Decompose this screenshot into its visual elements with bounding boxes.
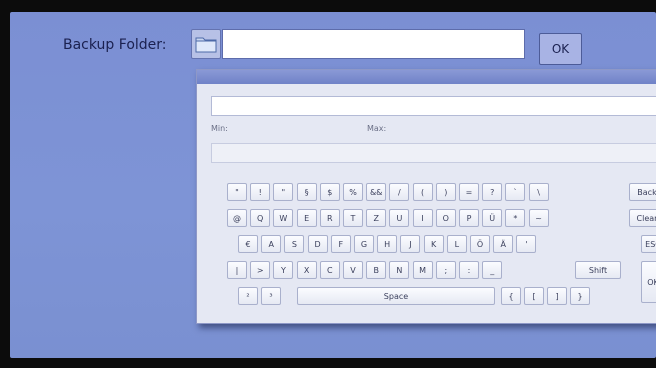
key-e[interactable]: E [296, 209, 317, 227]
key-c[interactable]: C [319, 261, 340, 279]
ok-button[interactable]: OK [539, 33, 582, 65]
key-sym3-10[interactable]: : [459, 261, 479, 279]
key-sym0-11[interactable]: ? [482, 183, 503, 201]
key-sym0-13[interactable]: \ [528, 183, 549, 201]
key-p[interactable]: P [459, 209, 479, 227]
key-sym0-0[interactable]: " [227, 183, 247, 201]
key-sym4-0[interactable]: ² [238, 287, 258, 305]
key-t[interactable]: T [343, 209, 363, 227]
keyboard-entry-field[interactable] [211, 96, 656, 116]
key-sym0-12[interactable]: ` [505, 183, 526, 201]
keyboard-preview-field [211, 143, 656, 163]
min-label: Min: [211, 124, 228, 133]
key-h[interactable]: H [377, 235, 398, 253]
key-sym0-9[interactable]: ) [435, 183, 456, 201]
key-sym0-6[interactable]: && [366, 183, 387, 201]
key-back[interactable]: Back [629, 183, 656, 201]
key-b[interactable]: B [366, 261, 387, 279]
key-sym2-10[interactable]: Ö [470, 235, 490, 253]
key-sym3-0[interactable]: | [227, 261, 247, 279]
backup-path-input[interactable] [222, 29, 525, 59]
key-w[interactable]: W [273, 209, 294, 227]
keyboard-titlebar[interactable] [197, 70, 656, 84]
key-space[interactable]: Space [297, 287, 495, 305]
key-sym1-0[interactable]: @ [227, 209, 247, 227]
key-r[interactable]: R [319, 209, 340, 227]
key-q[interactable]: Q [250, 209, 271, 227]
key-v[interactable]: V [343, 261, 363, 279]
backup-folder-label: Backup Folder: [63, 37, 167, 53]
key-sym1-11[interactable]: Ü [482, 209, 503, 227]
key-sym0-2[interactable]: " [273, 183, 294, 201]
folder-icon [195, 37, 217, 53]
key-sym2-0[interactable]: € [238, 235, 258, 253]
key-ok[interactable]: OK [641, 261, 656, 303]
key-sym1-13[interactable]: ~ [528, 209, 549, 227]
key-sym0-1[interactable]: ! [250, 183, 271, 201]
key-d[interactable]: D [307, 235, 328, 253]
max-label: Max: [367, 124, 387, 133]
key-i[interactable]: I [412, 209, 433, 227]
key-f[interactable]: F [330, 235, 351, 253]
key-sym0-4[interactable]: $ [319, 183, 340, 201]
key-clear[interactable]: Clear [629, 209, 656, 227]
key-u[interactable]: U [389, 209, 410, 227]
key-sym4-4[interactable]: [ [524, 287, 544, 305]
key-z[interactable]: Z [366, 209, 387, 227]
key-sym2-12[interactable]: ' [516, 235, 537, 253]
onscreen-keyboard-dialog: Min: Max: "! " § $% && /() =? ` \ Back @ Q W E R T Z U I O P… [196, 69, 656, 324]
hmi-screen: Backup Folder: OK Min: Max: "! " § $% && /() =… [10, 12, 656, 358]
key-n[interactable]: N [389, 261, 410, 279]
key-a[interactable]: A [261, 235, 282, 253]
key-sym1-12[interactable]: * [505, 209, 526, 227]
key-l[interactable]: L [446, 235, 467, 253]
key-y[interactable]: Y [273, 261, 294, 279]
key-k[interactable]: K [423, 235, 444, 253]
key-sym0-10[interactable]: = [459, 183, 479, 201]
key-sym3-11[interactable]: _ [482, 261, 503, 279]
key-sym4-5[interactable]: ] [547, 287, 567, 305]
key-sym3-9[interactable]: ; [435, 261, 456, 279]
key-sym4-3[interactable]: { [501, 287, 521, 305]
key-g[interactable]: G [354, 235, 374, 253]
key-sym3-1[interactable]: > [250, 261, 271, 279]
key-s[interactable]: S [284, 235, 305, 253]
key-sym0-7[interactable]: / [389, 183, 410, 201]
key-m[interactable]: M [412, 261, 433, 279]
key-sym0-5[interactable]: % [343, 183, 363, 201]
key-sym2-11[interactable]: Ä [493, 235, 514, 253]
key-sym4-1[interactable]: ³ [261, 287, 281, 305]
key-x[interactable]: X [296, 261, 317, 279]
key-o[interactable]: O [435, 209, 456, 227]
key-sym0-8[interactable]: ( [412, 183, 433, 201]
key-j[interactable]: J [400, 235, 421, 253]
key-sym4-6[interactable]: } [570, 287, 590, 305]
key-sym0-3[interactable]: § [296, 183, 317, 201]
browse-folder-button[interactable] [191, 29, 221, 59]
key-esc[interactable]: ESC [641, 235, 656, 253]
key-shift[interactable]: Shift [575, 261, 621, 279]
